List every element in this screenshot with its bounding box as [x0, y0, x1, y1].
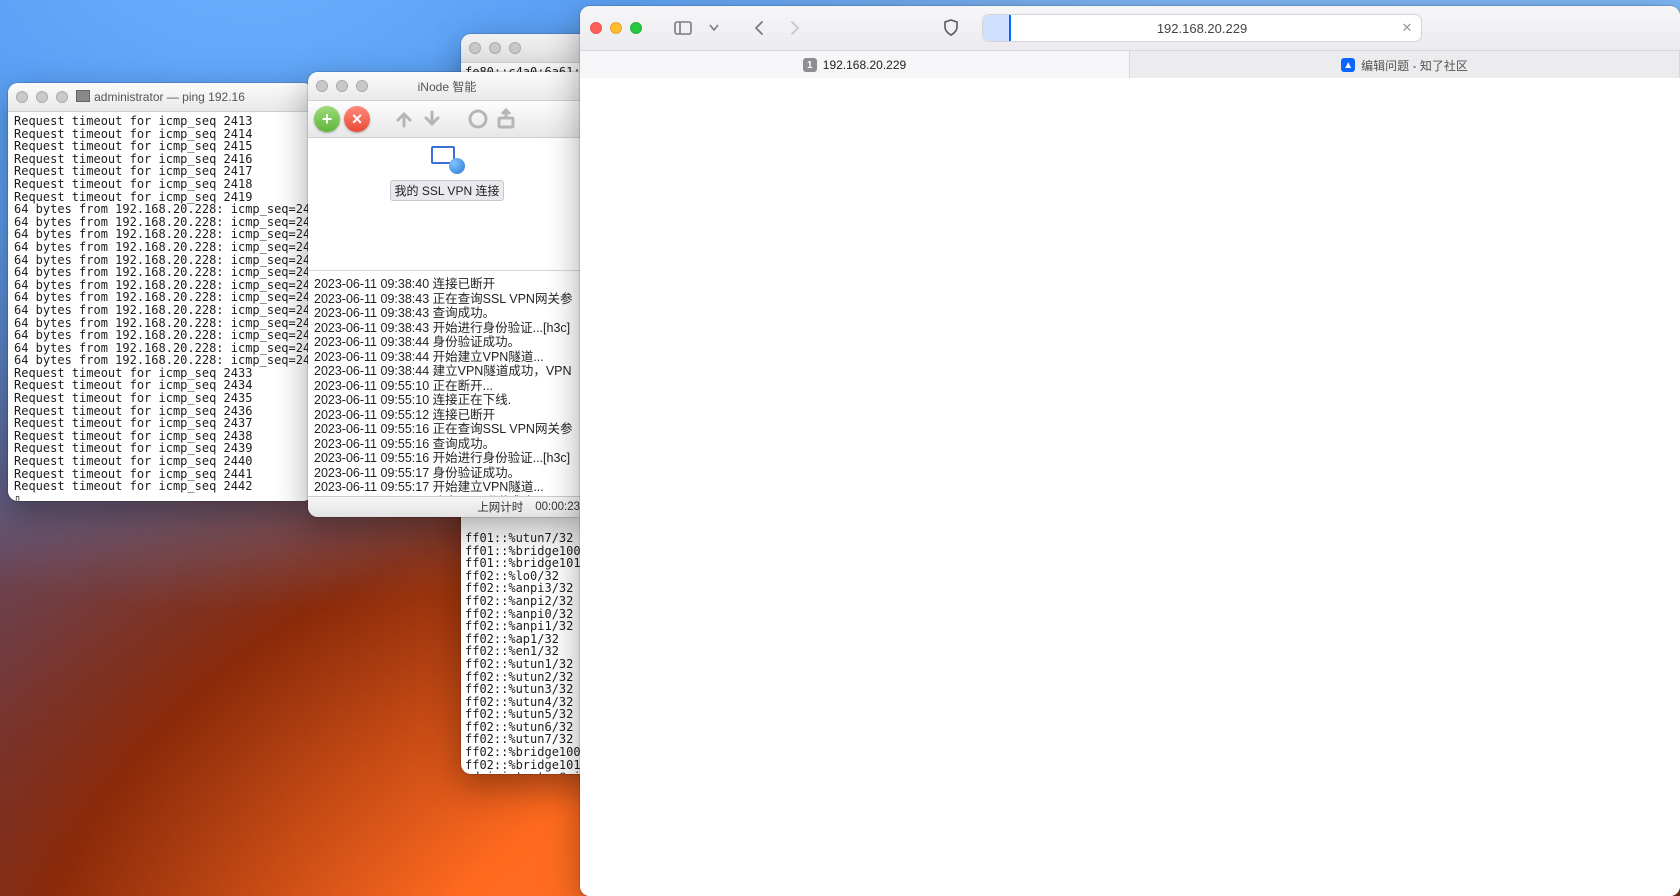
vpn-connection-label[interactable]: 我的 SSL VPN 连接: [390, 180, 505, 201]
log-line: 2023-06-11 09:38:40 连接已断开: [314, 277, 580, 292]
connections-pane: 我的 SSL VPN 连接: [308, 138, 586, 271]
log-line: 2023-06-11 09:55:12 连接已断开: [314, 408, 580, 423]
safari-window[interactable]: 192.168.20.229 ✕ 1 192.168.20.229 ▲ 编辑问题…: [580, 6, 1680, 896]
inode-vpn-window[interactable]: iNode 智能 + × 我的 SSL VPN 连接 2023-06-11 09…: [308, 72, 586, 517]
minimize-button[interactable]: [610, 22, 622, 34]
sidebar-button[interactable]: [670, 16, 696, 40]
address-bar[interactable]: 192.168.20.229 ✕: [982, 14, 1422, 42]
download-icon[interactable]: [420, 107, 444, 131]
loading-progress: [983, 15, 1011, 41]
zoom-button[interactable]: [509, 42, 521, 54]
log-line: 2023-06-11 09:55:16 查询成功。: [314, 437, 580, 452]
safari-toolbar: 192.168.20.229 ✕: [580, 6, 1680, 51]
toolbar: + ×: [308, 101, 586, 138]
log-line: 2023-06-11 09:38:43 查询成功。: [314, 306, 580, 321]
zoom-button[interactable]: [630, 22, 642, 34]
export-icon[interactable]: [494, 107, 518, 131]
minimize-button[interactable]: [36, 91, 48, 103]
terminal-output: Request timeout for icmp_seq 2413 Reques…: [8, 112, 313, 501]
vpn-log: 2023-06-11 09:38:40 连接已断开2023-06-11 09:3…: [308, 271, 586, 496]
privacy-shield-icon[interactable]: [938, 16, 964, 40]
close-button[interactable]: [469, 42, 481, 54]
titlebar[interactable]: administrator — ping 192.16: [8, 83, 313, 112]
tab-zhiliao[interactable]: ▲ 编辑问题 - 知了社区: [1130, 51, 1680, 79]
log-line: 2023-06-11 09:38:44 建立VPN隧道成功，VPN: [314, 364, 580, 379]
folder-icon: [76, 90, 90, 102]
vpn-connection-icon[interactable]: [429, 144, 465, 174]
log-line: 2023-06-11 09:38:43 开始进行身份验证...[h3c]: [314, 321, 580, 336]
close-button[interactable]: [16, 91, 28, 103]
minimize-button[interactable]: [336, 80, 348, 92]
zoom-button[interactable]: [56, 91, 68, 103]
tab-count-badge: 1: [803, 58, 817, 72]
upload-icon[interactable]: [392, 107, 416, 131]
titlebar[interactable]: iNode 智能: [308, 72, 586, 101]
favicon-icon: ▲: [1341, 58, 1355, 72]
disconnect-button[interactable]: ×: [344, 106, 370, 132]
log-line: 2023-06-11 09:55:10 正在断开...: [314, 379, 580, 394]
tab-groups-chevron-icon[interactable]: [706, 16, 722, 40]
close-button[interactable]: [590, 22, 602, 34]
url-text: 192.168.20.229: [983, 21, 1421, 36]
status-label: 上网计时: [477, 499, 523, 515]
close-button[interactable]: [316, 80, 328, 92]
tab-label: 192.168.20.229: [823, 58, 906, 72]
log-line: 2023-06-11 09:38:44 开始建立VPN隧道...: [314, 350, 580, 365]
zoom-button[interactable]: [356, 80, 368, 92]
terminal-ping-window[interactable]: administrator — ping 192.16 Request time…: [8, 83, 313, 501]
connect-button[interactable]: +: [314, 106, 340, 132]
page-viewport: [580, 78, 1680, 896]
log-line: 2023-06-11 09:55:17 开始建立VPN隧道...: [314, 480, 580, 495]
tab-bar: 1 192.168.20.229 ▲ 编辑问题 - 知了社区: [580, 51, 1680, 80]
log-line: 2023-06-11 09:55:16 开始进行身份验证...[h3c]: [314, 451, 580, 466]
minimize-button[interactable]: [489, 42, 501, 54]
forward-button[interactable]: [782, 16, 808, 40]
tab-label: 编辑问题 - 知了社区: [1361, 57, 1468, 74]
log-line: 2023-06-11 09:38:44 身份验证成功。: [314, 335, 580, 350]
log-line: 2023-06-11 09:55:17 身份验证成功。: [314, 466, 580, 481]
status-bar: 上网计时 00:00:23: [308, 496, 586, 517]
log-line: 2023-06-11 09:55:10 连接正在下线.: [314, 393, 580, 408]
status-timer: 00:00:23: [535, 501, 580, 513]
back-button[interactable]: [746, 16, 772, 40]
stop-reload-button[interactable]: ✕: [1399, 20, 1415, 36]
window-title: administrator — ping 192.16: [94, 90, 245, 104]
tab-local-ip[interactable]: 1 192.168.20.229: [580, 51, 1130, 79]
log-line: 2023-06-11 09:55:16 正在查询SSL VPN网关参: [314, 422, 580, 437]
globe-icon[interactable]: [466, 107, 490, 131]
log-line: 2023-06-11 09:38:43 正在查询SSL VPN网关参: [314, 292, 580, 307]
